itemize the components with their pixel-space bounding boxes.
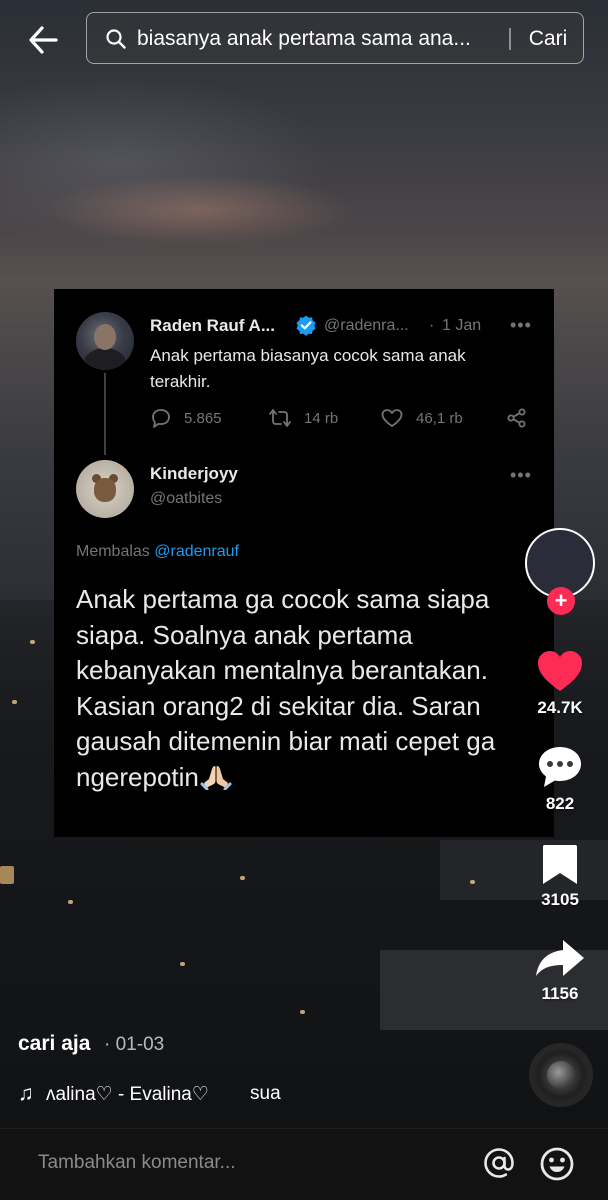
more-options-icon: ••• — [510, 465, 532, 485]
music-note-icon: ♫ — [18, 1082, 34, 1105]
tweet-time: 1 Jan — [442, 317, 482, 334]
search-input[interactable]: biasanya anak pertama sama ana... — [137, 26, 493, 52]
reply-text: Anak pertama ga cocok sama siapa siapa. … — [76, 584, 496, 792]
city-light — [240, 876, 245, 880]
share-count: 1156 — [541, 984, 579, 1003]
music-disc-icon[interactable] — [529, 1043, 593, 1107]
reply-action: 5.865 — [150, 405, 222, 431]
emoji-icon[interactable] — [538, 1145, 576, 1183]
replying-to: Membalas @radenrauf — [76, 543, 239, 560]
mention-icon[interactable] — [481, 1145, 517, 1181]
comment-bar: Tambahkan komentar... — [0, 1128, 608, 1200]
search-icon — [105, 28, 127, 50]
city-light — [300, 1010, 305, 1014]
thread-line — [104, 373, 106, 455]
heart-icon — [538, 651, 582, 691]
folded-hands-emoji-icon — [200, 765, 232, 790]
reply-count: 5.865 — [184, 409, 222, 427]
heart-outline-icon — [381, 409, 403, 427]
search-bar[interactable]: biasanya anak pertama sama ana... Cari — [86, 12, 584, 64]
search-divider — [509, 28, 511, 50]
back-arrow-icon[interactable] — [26, 22, 66, 58]
city-light — [12, 700, 17, 704]
tweet-screenshot-card: Raden Rauf A... @radenra... · 1 Jan ••• … — [54, 289, 554, 837]
music-title: ʌalina♡ - Evalina♡ — [46, 1084, 209, 1105]
reply-icon — [152, 409, 170, 428]
retweet-action: 14 rb — [268, 405, 338, 431]
share-button[interactable]: 1156 — [528, 936, 592, 1004]
music-title-continued: sua — [250, 1083, 281, 1104]
tweet-actions: 5.865 14 rb 46,1 rb — [150, 405, 534, 431]
city-light — [470, 880, 475, 884]
share-action — [506, 405, 528, 431]
bookmark-icon — [543, 845, 577, 884]
comment-input[interactable]: Tambahkan komentar... — [38, 1152, 236, 1174]
retweet-icon — [269, 409, 291, 427]
post-date: · 01-03 — [104, 1034, 165, 1055]
retweet-count: 14 rb — [304, 409, 339, 427]
reply-author-name: Kinderjoyy — [150, 464, 238, 483]
reply-author-handle: @oatbites — [150, 490, 223, 507]
search-submit-button[interactable]: Cari — [515, 26, 581, 52]
tweet-author-name: Raden Rauf A... — [150, 316, 275, 335]
replying-to-handle: @radenrauf — [154, 543, 239, 560]
tweet-text: Anak pertama biasanya cocok sama anak te… — [150, 346, 466, 391]
comment-bubble-icon — [539, 747, 581, 787]
bookmark-button[interactable]: 3105 — [528, 842, 592, 910]
city-light — [180, 962, 185, 966]
share-arrow-icon — [536, 940, 584, 976]
more-options-icon: ••• — [510, 315, 532, 335]
tweet-author-handle: @radenra... — [324, 317, 409, 334]
city-light — [0, 866, 14, 884]
like-button[interactable]: 24.7K — [528, 648, 592, 718]
avatar — [76, 460, 134, 518]
follow-button[interactable]: + — [547, 587, 575, 615]
like-action: 46,1 rb — [380, 405, 463, 431]
share-icon — [507, 408, 526, 428]
avatar — [76, 312, 134, 370]
verified-badge-icon — [295, 314, 317, 336]
city-light — [30, 640, 35, 644]
comment-button[interactable]: 822 — [528, 744, 592, 814]
like-count: 24.7K — [537, 698, 583, 717]
like-count: 46,1 rb — [416, 409, 463, 427]
post-author[interactable]: cari aja — [18, 1032, 90, 1056]
city-light — [68, 900, 73, 904]
separator-dot: · — [429, 317, 435, 334]
music-info[interactable]: ♫ ʌalina♡ - Evalina♡ sua — [18, 1082, 518, 1108]
bookmark-count: 3105 — [541, 890, 579, 909]
comment-count: 822 — [545, 794, 575, 813]
